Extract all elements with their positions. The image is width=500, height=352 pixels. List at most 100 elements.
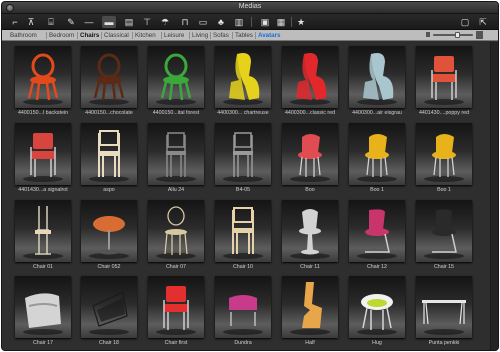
chair-thumbnail xyxy=(81,200,137,262)
vertical-scrollbar[interactable] xyxy=(490,42,498,350)
chair-icon xyxy=(89,291,129,335)
tab-sofas[interactable]: Sofas xyxy=(213,31,229,40)
chair-thumbnail xyxy=(15,123,71,185)
building-icon[interactable]: ▥ xyxy=(232,16,246,28)
plant-icon[interactable]: ♣ xyxy=(214,16,228,28)
table-icon[interactable]: ⊓ xyxy=(178,16,192,28)
lamp-icon[interactable]: ⊤ xyxy=(140,16,154,28)
chair-icon xyxy=(89,130,129,182)
media-item[interactable]: 4400150...l backstein xyxy=(10,44,76,120)
media-item[interactable]: 4400150...ital forest xyxy=(143,44,209,120)
media-item[interactable]: Hug xyxy=(344,274,410,350)
media-item[interactable]: 4401430....poppy red xyxy=(411,44,477,120)
chair-icon xyxy=(156,286,196,335)
media-item[interactable]: 4400300...classic red xyxy=(277,44,343,120)
tab-leisure[interactable]: Leisure xyxy=(164,31,184,40)
chair-icon xyxy=(156,53,196,105)
chair-thumbnail xyxy=(215,46,271,108)
chair-thumbnail xyxy=(349,46,405,108)
media-item[interactable]: Chair 07 xyxy=(143,198,209,274)
chair-thumbnail xyxy=(282,123,338,185)
sofa-icon[interactable]: ▬ xyxy=(102,16,116,28)
media-item[interactable]: aspo xyxy=(76,121,142,197)
chair-thumbnail xyxy=(282,200,338,262)
media-item[interactable]: 4400300... chartreuse xyxy=(210,44,276,120)
tab-separator xyxy=(161,32,162,39)
tab-separator xyxy=(210,32,211,39)
media-item[interactable]: 4400150...chocolate xyxy=(76,44,142,120)
media-item[interactable]: B4-05 xyxy=(210,121,276,197)
media-item[interactable]: Boo xyxy=(277,121,343,197)
item-caption: Chair 11 xyxy=(300,264,320,270)
document-icon[interactable]: ▤ xyxy=(122,16,136,28)
tab-classical[interactable]: Classical xyxy=(104,31,129,40)
chair-thumbnail xyxy=(282,276,338,338)
media-item[interactable]: Chair 10 xyxy=(210,198,276,274)
media-item[interactable]: Chair 01 xyxy=(10,198,76,274)
tool-icon[interactable]: ⌐ xyxy=(8,16,22,28)
star-icon[interactable]: ★ xyxy=(294,16,308,28)
media-item[interactable]: Boo 1 xyxy=(411,121,477,197)
image-icon[interactable]: ▦ xyxy=(274,16,288,28)
item-caption: Chair 12 xyxy=(366,264,388,270)
tab-avatars[interactable]: Avatars xyxy=(258,31,280,40)
media-item[interactable]: Half xyxy=(277,274,343,350)
item-caption: Half xyxy=(305,340,315,346)
chair-icon xyxy=(357,209,397,259)
media-item[interactable]: Chair 17 xyxy=(10,274,76,350)
chair-tool-icon[interactable]: ⊼ xyxy=(24,16,38,28)
item-caption: Chair 07 xyxy=(165,264,187,270)
tab-bathroom[interactable]: Bathroom xyxy=(10,31,37,40)
item-caption: 4400300... chartreuse xyxy=(217,110,269,116)
item-caption: 4400150...l backstein xyxy=(17,110,69,116)
media-item[interactable]: Chair 18 xyxy=(76,274,142,350)
item-caption: 4401430....poppy red xyxy=(418,110,470,116)
chair-thumbnail xyxy=(81,123,137,185)
media-item[interactable]: 4401430...a signalrot xyxy=(10,121,76,197)
item-caption: Boo 1 xyxy=(437,187,451,193)
media-item[interactable]: Chair 052 xyxy=(76,198,142,274)
tab-tables[interactable]: Tables xyxy=(235,31,253,40)
item-caption: Boo xyxy=(305,187,315,193)
tab-kitchen[interactable]: Kitchen xyxy=(135,31,156,40)
brush-icon[interactable]: ✎ xyxy=(64,16,78,28)
chair-thumbnail xyxy=(81,276,137,338)
chair-icon xyxy=(422,300,466,335)
item-caption: Chair 01 xyxy=(32,264,54,270)
zoom-slider-thumb[interactable] xyxy=(455,32,460,38)
tab-bedroom[interactable]: Bedroom xyxy=(49,31,74,40)
media-item[interactable]: Dundra xyxy=(210,274,276,350)
media-item[interactable]: Chair 15 xyxy=(411,198,477,274)
chair-icon xyxy=(357,294,397,335)
chair-icon xyxy=(290,209,330,259)
folder-icon[interactable]: ▢ xyxy=(458,16,472,28)
item-caption: Dundra xyxy=(234,340,252,346)
car-icon[interactable]: ▭ xyxy=(196,16,210,28)
chair-icon xyxy=(357,134,397,182)
media-item[interactable]: Chair 12 xyxy=(344,198,410,274)
toolbar-separator xyxy=(251,17,252,27)
chair-thumbnail xyxy=(15,200,71,262)
item-caption: Chair 10 xyxy=(232,264,254,270)
media-item[interactable]: Allu 24 xyxy=(143,121,209,197)
item-caption: 4400150...ital forest xyxy=(152,110,200,116)
umbrella-icon[interactable]: ☂ xyxy=(158,16,172,28)
item-caption: 4400300...air eisgrau xyxy=(352,110,402,116)
chair-thumbnail xyxy=(349,276,405,338)
toolbar: ⌐ ⊼ ⌸ ✎ ― ▬ ▤ ⊤ ☂ ⊓ ▭ ♣ ▥ ▣ ▦ ★ ▢ ⇱ xyxy=(2,14,498,30)
tab-chairs[interactable]: Chairs xyxy=(80,31,99,40)
media-item[interactable]: 4400300...air eisgrau xyxy=(344,44,410,120)
export-icon[interactable]: ⇱ xyxy=(476,16,490,28)
media-item[interactable]: Chair 11 xyxy=(277,198,343,274)
chair-thumbnail xyxy=(416,276,472,338)
media-item[interactable]: Boo 1 xyxy=(344,121,410,197)
chair-thumbnail xyxy=(282,46,338,108)
media-item[interactable]: Punta penkki xyxy=(411,274,477,350)
display-icon[interactable]: ▣ xyxy=(258,16,272,28)
line-icon[interactable]: ― xyxy=(82,16,96,28)
tab-living[interactable]: Living xyxy=(192,31,208,40)
stairs-icon[interactable]: ⌸ xyxy=(44,16,58,28)
tab-separator xyxy=(77,32,78,39)
media-item[interactable]: Chair first xyxy=(143,274,209,350)
zoom-slider[interactable] xyxy=(433,34,473,36)
